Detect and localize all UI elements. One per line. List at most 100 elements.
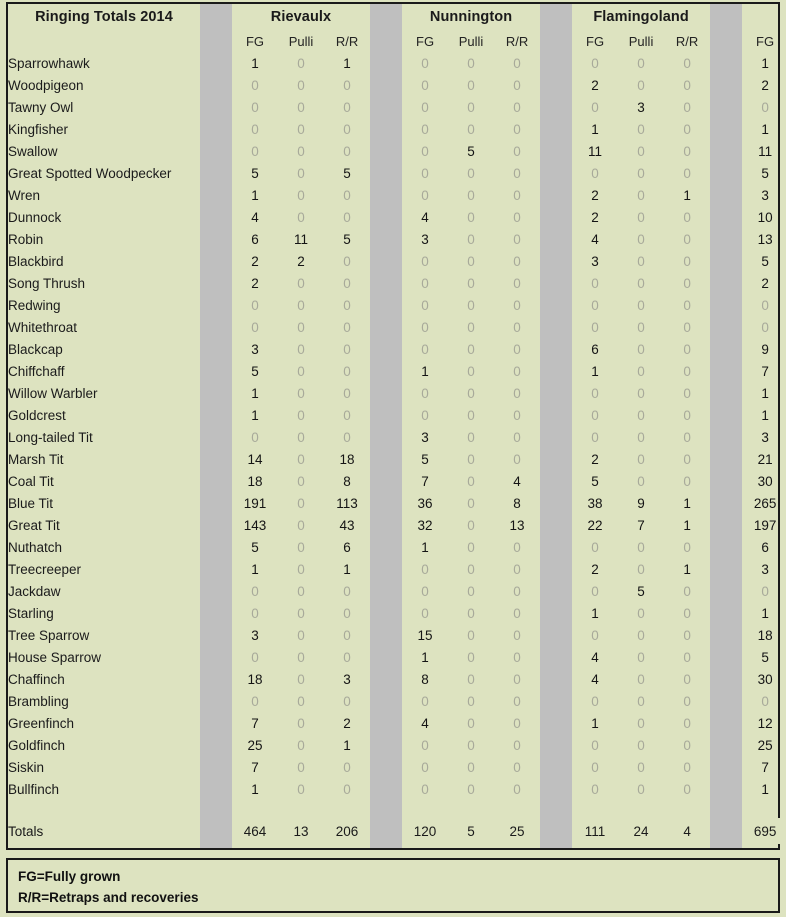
cell-total-fg: 10 [757,209,773,225]
measure-header-nunnington-fg: FG [416,33,435,49]
column-separator [710,558,743,580]
cell-flamingoland-rr: 0 [683,385,691,401]
cell-rievaulx-pulli: 11 [293,231,308,247]
cell-total-fg: 0 [761,319,769,335]
column-separator [200,30,232,52]
cell-nunnington-rr: 0 [513,253,521,269]
cell-rievaulx-pulli: 0 [297,671,305,687]
cell-total-fg: 265 [753,495,777,511]
spacer-cell [618,800,664,818]
column-separator [710,818,743,844]
cell-rievaulx-pulli: 0 [297,341,305,357]
cell-flamingoland-fg: 3 [591,253,599,269]
filler-cell [710,844,743,848]
cell-nunnington-pulli: 0 [467,385,475,401]
column-separator [370,184,403,206]
cell-nunnington-fg: 4 [421,715,429,731]
cell-flamingoland-rr: 0 [683,231,691,247]
table-row: Woodpigeon000000200200 [8,74,786,96]
spacer-cell [8,800,200,818]
cell-rievaulx-pulli: 0 [297,561,305,577]
cell-flamingoland-pulli: 0 [637,55,645,71]
cell-rievaulx-fg: 0 [251,693,259,709]
cell-rievaulx-rr: 5 [343,165,351,181]
spacer-cell [572,800,618,818]
cell-flamingoland-pulli: 0 [637,561,645,577]
cell-nunnington-rr: 0 [513,429,521,445]
cell-total-fg: 1 [761,385,769,401]
cell-nunnington-fg: 1 [421,363,429,379]
cell-flamingoland-fg: 0 [591,693,599,709]
cell-rievaulx-rr: 0 [343,627,351,643]
cell-rievaulx-rr: 0 [343,187,351,203]
column-separator [710,492,743,514]
column-separator [200,536,232,558]
table-row: Goldfinch25010000002501 [8,734,786,756]
column-separator [540,580,573,602]
column-separator [540,52,573,74]
cell-rievaulx-fg: 2 [251,253,259,269]
cell-flamingoland-rr: 0 [683,165,691,181]
cell-rievaulx-rr: 1 [343,737,351,753]
column-separator [370,382,403,404]
column-separator [370,778,403,800]
cell-nunnington-fg: 0 [421,781,429,797]
cell-rievaulx-rr: 113 [336,495,358,511]
cell-rievaulx-rr: 0 [343,693,351,709]
cell-flamingoland-rr: 0 [683,341,691,357]
table-row: Treecreeper101000201302 [8,558,786,580]
column-separator [200,602,232,624]
table-row: Bullfinch100000000100 [8,778,786,800]
cell-nunnington-fg: 0 [421,759,429,775]
species-name: Blue Tit [8,495,54,511]
column-separator [540,448,573,470]
column-separator [710,338,743,360]
column-separator [370,536,403,558]
cell-flamingoland-rr: 0 [683,671,691,687]
cell-flamingoland-pulli: 9 [637,495,645,511]
column-separator [200,140,232,162]
species-name: Greenfinch [8,715,75,731]
cell-flamingoland-rr: 0 [683,253,691,269]
cell-rievaulx-rr: 3 [343,671,351,687]
cell-rievaulx-fg: 0 [251,319,259,335]
column-separator [200,96,232,118]
cell-rievaulx-rr: 18 [339,451,355,467]
cell-nunnington-pulli: 0 [467,781,475,797]
cell-total-fg: 0 [761,99,769,115]
cell-nunnington-fg: 0 [421,165,429,181]
cell-rievaulx-pulli: 0 [297,539,305,555]
cell-nunnington-fg: 0 [421,319,429,335]
cell-flamingoland-rr: 0 [683,275,691,291]
measure-header-rievaulx-rr: R/R [335,33,359,49]
cell-rievaulx-pulli: 0 [297,517,305,533]
cell-rievaulx-rr: 0 [343,759,351,775]
cell-flamingoland-rr: 0 [683,407,691,423]
cell-flamingoland-rr: 0 [683,715,691,731]
cell-rievaulx-fg: 3 [251,627,259,643]
column-separator [370,624,403,646]
cell-flamingoland-rr: 0 [683,429,691,445]
cell-total-fg: 30 [757,473,773,489]
column-separator [370,558,403,580]
cell-nunnington-rr: 0 [513,297,521,313]
cell-rievaulx-fg: 0 [251,605,259,621]
species-name: Goldfinch [8,737,66,753]
site-group-header-total: Total [742,4,786,30]
column-separator [540,382,573,404]
species-name: Swallow [8,143,58,159]
cell-flamingoland-rr: 0 [683,605,691,621]
column-separator [540,426,573,448]
column-separator [200,118,232,140]
cell-nunnington-fg: 0 [421,341,429,357]
cell-flamingoland-fg: 0 [591,385,599,401]
cell-rievaulx-pulli: 0 [297,275,305,291]
cell-nunnington-rr: 0 [513,55,521,71]
cell-total-fg: 0 [761,583,769,599]
spacer-cell [370,800,403,818]
cell-rievaulx-pulli: 0 [297,759,305,775]
column-separator [370,162,403,184]
column-separator [370,646,403,668]
cell-flamingoland-rr: 0 [683,737,691,753]
cell-flamingoland-rr: 0 [683,451,691,467]
